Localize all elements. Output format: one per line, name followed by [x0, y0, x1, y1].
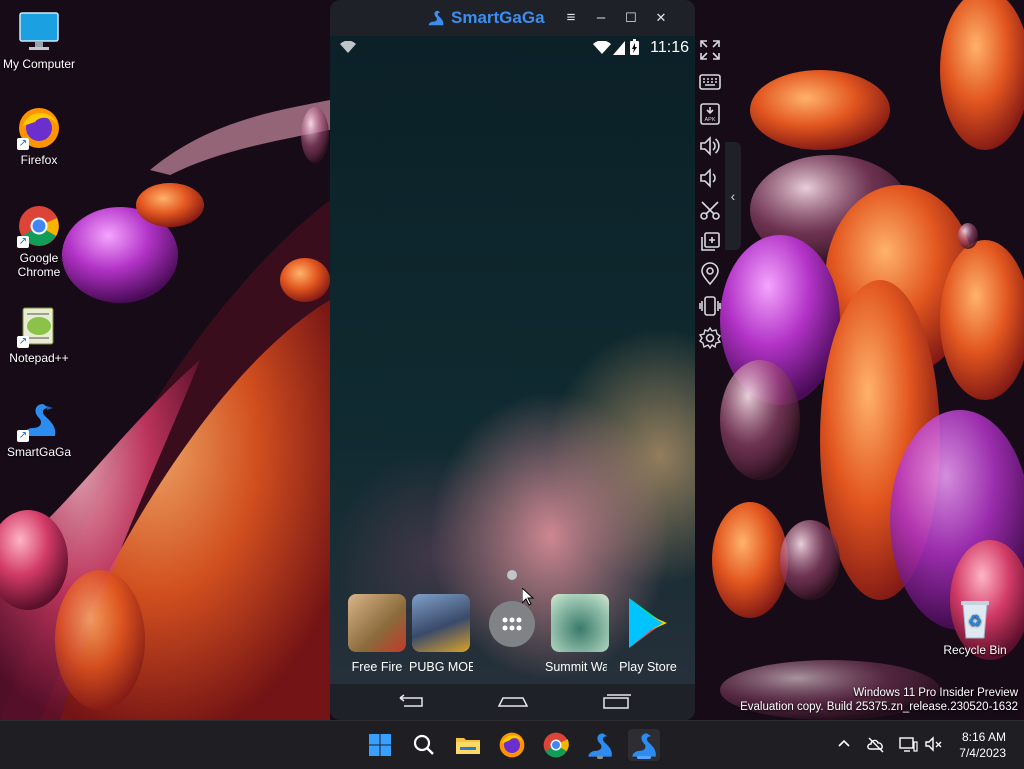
- keyboard-icon[interactable]: [698, 70, 722, 94]
- desktop-icon-smartgaga[interactable]: ↗ SmartGaGa: [0, 398, 78, 459]
- taskbar-file-explorer[interactable]: [452, 729, 484, 761]
- chrome-icon: [543, 732, 569, 758]
- location-icon[interactable]: [698, 262, 722, 286]
- desktop-icon-label: Notepad++: [9, 351, 69, 365]
- desktop-icon-label: Firefox: [20, 153, 58, 167]
- wifi-icon: [593, 41, 611, 54]
- windows-watermark: Windows 11 Pro Insider Preview Evaluatio…: [740, 686, 1018, 714]
- minimize-button[interactable]: –: [591, 9, 611, 27]
- recent-apps-button[interactable]: [596, 692, 636, 712]
- volume-down-icon[interactable]: [698, 166, 722, 190]
- tray-clock[interactable]: 8:16 AM 7/4/2023: [959, 729, 1006, 761]
- app-drawer-dots-icon: [502, 617, 522, 631]
- start-button[interactable]: [364, 729, 396, 761]
- smartgaga-swan-icon: ↗: [17, 398, 61, 442]
- smartgaga-swan-icon: [428, 10, 444, 26]
- taskbar-chrome[interactable]: [540, 729, 572, 761]
- battery-charging-icon: [630, 39, 639, 55]
- search-button[interactable]: [408, 729, 440, 761]
- screenshot-scissors-icon[interactable]: [698, 198, 722, 222]
- watermark-line1: Windows 11 Pro Insider Preview: [853, 687, 1018, 699]
- tray-date: 7/4/2023: [959, 746, 1006, 760]
- dock-app-pubg[interactable]: PUBG MOBILE: [409, 594, 473, 674]
- emulator-logo: SmartGaGa: [426, 8, 545, 28]
- pubg-app-icon: [412, 594, 470, 652]
- recycle-bin-icon: ♻: [953, 596, 997, 640]
- maximize-button[interactable]: ☐: [621, 9, 641, 27]
- desktop-icon-label: My Computer: [2, 57, 76, 71]
- dock-app-label: PUBG MOBILE: [409, 660, 473, 674]
- signal-icon: [613, 41, 625, 55]
- firefox-icon: ↗: [17, 106, 61, 150]
- active-indicator: [637, 756, 651, 759]
- desktop-icon-label: Google Chrome: [17, 251, 61, 279]
- play-store-icon: [619, 594, 677, 652]
- windows-logo-icon: [369, 734, 391, 756]
- settings-icon[interactable]: [698, 326, 722, 350]
- back-button[interactable]: [388, 692, 428, 712]
- close-button[interactable]: ✕: [651, 9, 671, 27]
- multi-instance-icon[interactable]: [698, 230, 722, 254]
- wifi-question-icon: [340, 41, 356, 53]
- dock-app-play-store[interactable]: Play Store: [613, 594, 683, 674]
- desktop-icon-firefox[interactable]: ↗ Firefox: [0, 106, 78, 167]
- volume-muted-icon[interactable]: [924, 734, 944, 754]
- tray-overflow-chevron-icon[interactable]: [834, 734, 854, 754]
- android-screen[interactable]: 11:16 Free Fire PUBG MOBILE Summit Wars: [330, 36, 695, 684]
- page-indicator-dot: [507, 570, 517, 580]
- chrome-icon: ↗: [17, 204, 61, 248]
- svg-text:♻: ♻: [968, 613, 982, 630]
- shortcut-arrow-icon: ↗: [17, 138, 29, 150]
- search-icon: [413, 734, 434, 755]
- android-nav-bar: [330, 684, 695, 720]
- emulator-side-toolbar: APK: [695, 34, 725, 364]
- svg-text:APK: APK: [704, 117, 715, 123]
- dock-app-label: Free Fire: [351, 660, 403, 674]
- desktop-icon-my-computer[interactable]: My Computer: [0, 10, 78, 71]
- desktop-icon-google-chrome[interactable]: ↗ Google Chrome: [0, 204, 78, 279]
- dock-app-label: Summit Wars: [545, 660, 607, 674]
- firefox-icon: [499, 732, 525, 758]
- dock-app-free-fire[interactable]: Free Fire: [342, 594, 412, 674]
- network-icon[interactable]: [898, 734, 918, 754]
- menu-button[interactable]: ≡: [561, 9, 581, 27]
- taskbar-firefox[interactable]: [496, 729, 528, 761]
- apk-install-icon[interactable]: APK: [698, 102, 722, 126]
- summit-wars-app-icon: [551, 594, 609, 652]
- emulator-titlebar[interactable]: SmartGaGa ≡ – ☐ ✕: [330, 0, 695, 36]
- taskbar-smartgaga-active[interactable]: [628, 729, 660, 761]
- fullscreen-icon[interactable]: [698, 38, 722, 62]
- emulator-window: SmartGaGa ≡ – ☐ ✕ 11:16 Free Fire PUBG M…: [330, 0, 695, 720]
- desktop-icon-recycle-bin[interactable]: ♻ Recycle Bin: [936, 596, 1014, 657]
- collapse-sidebar-chevron-icon[interactable]: ‹: [725, 142, 741, 250]
- running-indicator: [597, 756, 603, 759]
- tray-time: 8:16 AM: [961, 730, 1006, 744]
- shake-icon[interactable]: [698, 294, 722, 318]
- desktop-icon-notepad-plus-plus[interactable]: ↗ Notepad++: [0, 304, 78, 365]
- android-status-bar: 11:16: [330, 36, 695, 60]
- file-explorer-icon: [456, 738, 480, 754]
- notepad-icon: ↗: [17, 304, 61, 348]
- emulator-title: SmartGaGa: [451, 8, 545, 27]
- taskbar: 8:16 AM 7/4/2023: [0, 720, 1024, 769]
- app-drawer-button[interactable]: [489, 601, 535, 647]
- onedrive-offline-icon[interactable]: [866, 734, 886, 754]
- shortcut-arrow-icon: ↗: [17, 336, 29, 348]
- free-fire-app-icon: [348, 594, 406, 652]
- dock-app-label: Play Store: [619, 660, 677, 674]
- dock-app-summit-wars[interactable]: Summit Wars: [545, 594, 615, 674]
- desktop-icon-label: SmartGaGa: [6, 445, 72, 459]
- volume-up-icon[interactable]: [698, 134, 722, 158]
- taskbar-smartgaga[interactable]: [584, 729, 616, 761]
- desktop-icon-label: Recycle Bin: [943, 643, 1007, 657]
- shortcut-arrow-icon: ↗: [17, 430, 29, 442]
- home-button[interactable]: [493, 692, 533, 712]
- status-clock: 11:16: [650, 39, 689, 56]
- watermark-line2: Evaluation copy. Build 25375.zn_release.…: [740, 701, 1018, 713]
- shortcut-arrow-icon: ↗: [17, 236, 29, 248]
- monitor-icon: [17, 10, 61, 54]
